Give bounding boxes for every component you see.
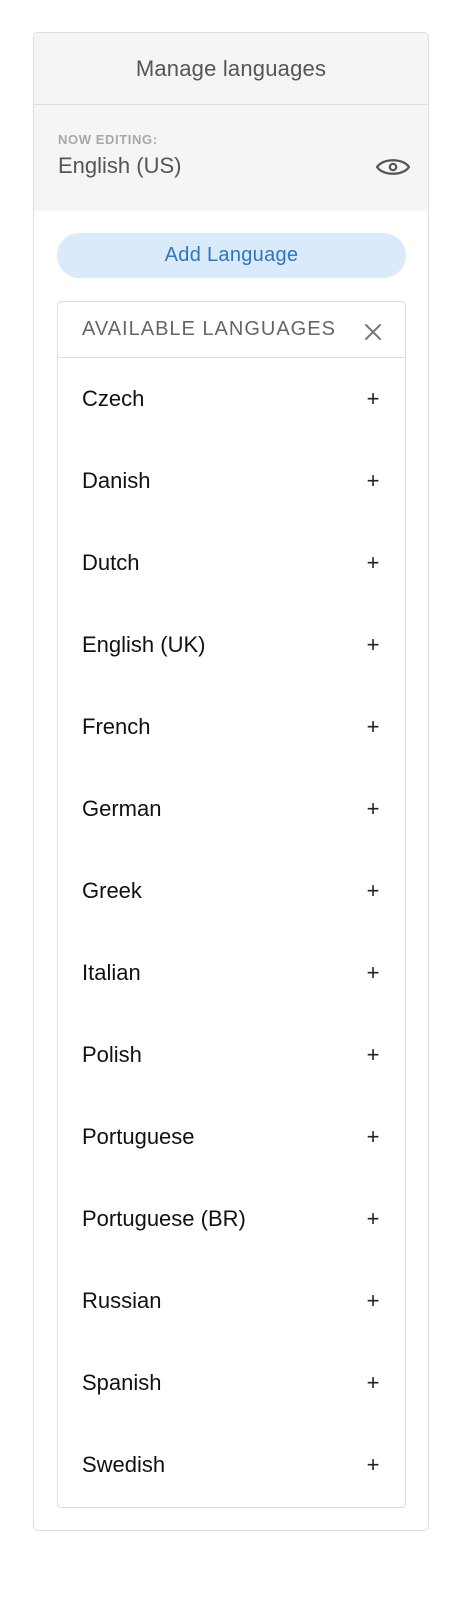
panel-title: Manage languages bbox=[135, 55, 327, 81]
eye-icon bbox=[375, 159, 411, 175]
available-languages-title: AVAILABLE LANGUAGES bbox=[82, 318, 336, 340]
plus-icon[interactable]: + bbox=[363, 962, 383, 984]
language-name: Swedish bbox=[82, 1452, 166, 1477]
available-languages-list: Czech + Danish + Dutch + English (UK) + French + G… bbox=[58, 358, 405, 1506]
plus-icon[interactable]: + bbox=[363, 1372, 383, 1394]
plus-icon[interactable]: + bbox=[363, 634, 383, 656]
plus-icon[interactable]: + bbox=[363, 1290, 383, 1312]
plus-icon[interactable]: + bbox=[363, 388, 383, 410]
plus-icon[interactable]: + bbox=[363, 1126, 383, 1148]
language-name: Danish bbox=[82, 468, 151, 493]
language-item[interactable]: German + bbox=[58, 768, 405, 850]
language-item[interactable]: French + bbox=[58, 686, 405, 768]
close-button[interactable] bbox=[361, 320, 385, 344]
language-name: Polish bbox=[82, 1042, 142, 1067]
plus-icon[interactable]: + bbox=[363, 880, 383, 902]
language-item[interactable]: Polish + bbox=[58, 1014, 405, 1096]
language-name: Dutch bbox=[82, 550, 140, 575]
now-editing-section: NOW EDITING: English (US) bbox=[34, 105, 428, 211]
language-name: Portuguese bbox=[82, 1124, 195, 1149]
language-name: Italian bbox=[82, 960, 141, 985]
language-item[interactable]: Swedish + bbox=[58, 1424, 405, 1506]
language-item[interactable]: English (UK) + bbox=[58, 604, 405, 686]
add-language-button[interactable]: Add Language bbox=[57, 233, 406, 278]
language-name: Portuguese (BR) bbox=[82, 1206, 246, 1231]
language-item[interactable]: Italian + bbox=[58, 932, 405, 1014]
language-item[interactable]: Greek + bbox=[58, 850, 405, 932]
panel-header: Manage languages bbox=[34, 33, 428, 105]
language-item[interactable]: Portuguese + bbox=[58, 1096, 405, 1178]
available-languages-box: AVAILABLE LANGUAGES Czech + Danish + Dutch + E… bbox=[57, 301, 406, 1508]
language-name: Czech bbox=[82, 386, 145, 411]
language-name: German bbox=[82, 796, 162, 821]
plus-icon[interactable]: + bbox=[363, 552, 383, 574]
close-icon bbox=[365, 323, 381, 340]
language-item[interactable]: Spanish + bbox=[58, 1342, 405, 1424]
language-item[interactable]: Russian + bbox=[58, 1260, 405, 1342]
available-languages-header: AVAILABLE LANGUAGES bbox=[58, 302, 405, 358]
manage-languages-panel: Manage languages NOW EDITING: English (U… bbox=[33, 32, 429, 1531]
language-item[interactable]: Portuguese (BR) + bbox=[58, 1178, 405, 1260]
plus-icon[interactable]: + bbox=[363, 716, 383, 738]
plus-icon[interactable]: + bbox=[363, 470, 383, 492]
language-name: English (UK) bbox=[82, 632, 206, 657]
language-name: Russian bbox=[82, 1288, 162, 1313]
language-name: Greek bbox=[82, 878, 142, 903]
plus-icon[interactable]: + bbox=[363, 798, 383, 820]
plus-icon[interactable]: + bbox=[363, 1454, 383, 1476]
plus-icon[interactable]: + bbox=[363, 1208, 383, 1230]
current-language: English (US) bbox=[58, 153, 182, 178]
language-name: Spanish bbox=[82, 1370, 162, 1395]
preview-button[interactable] bbox=[374, 153, 412, 181]
now-editing-label: NOW EDITING: bbox=[58, 132, 158, 147]
language-name: French bbox=[82, 714, 151, 739]
language-item[interactable]: Danish + bbox=[58, 440, 405, 522]
language-item[interactable]: Czech + bbox=[58, 358, 405, 440]
language-item[interactable]: Dutch + bbox=[58, 522, 405, 604]
plus-icon[interactable]: + bbox=[363, 1044, 383, 1066]
